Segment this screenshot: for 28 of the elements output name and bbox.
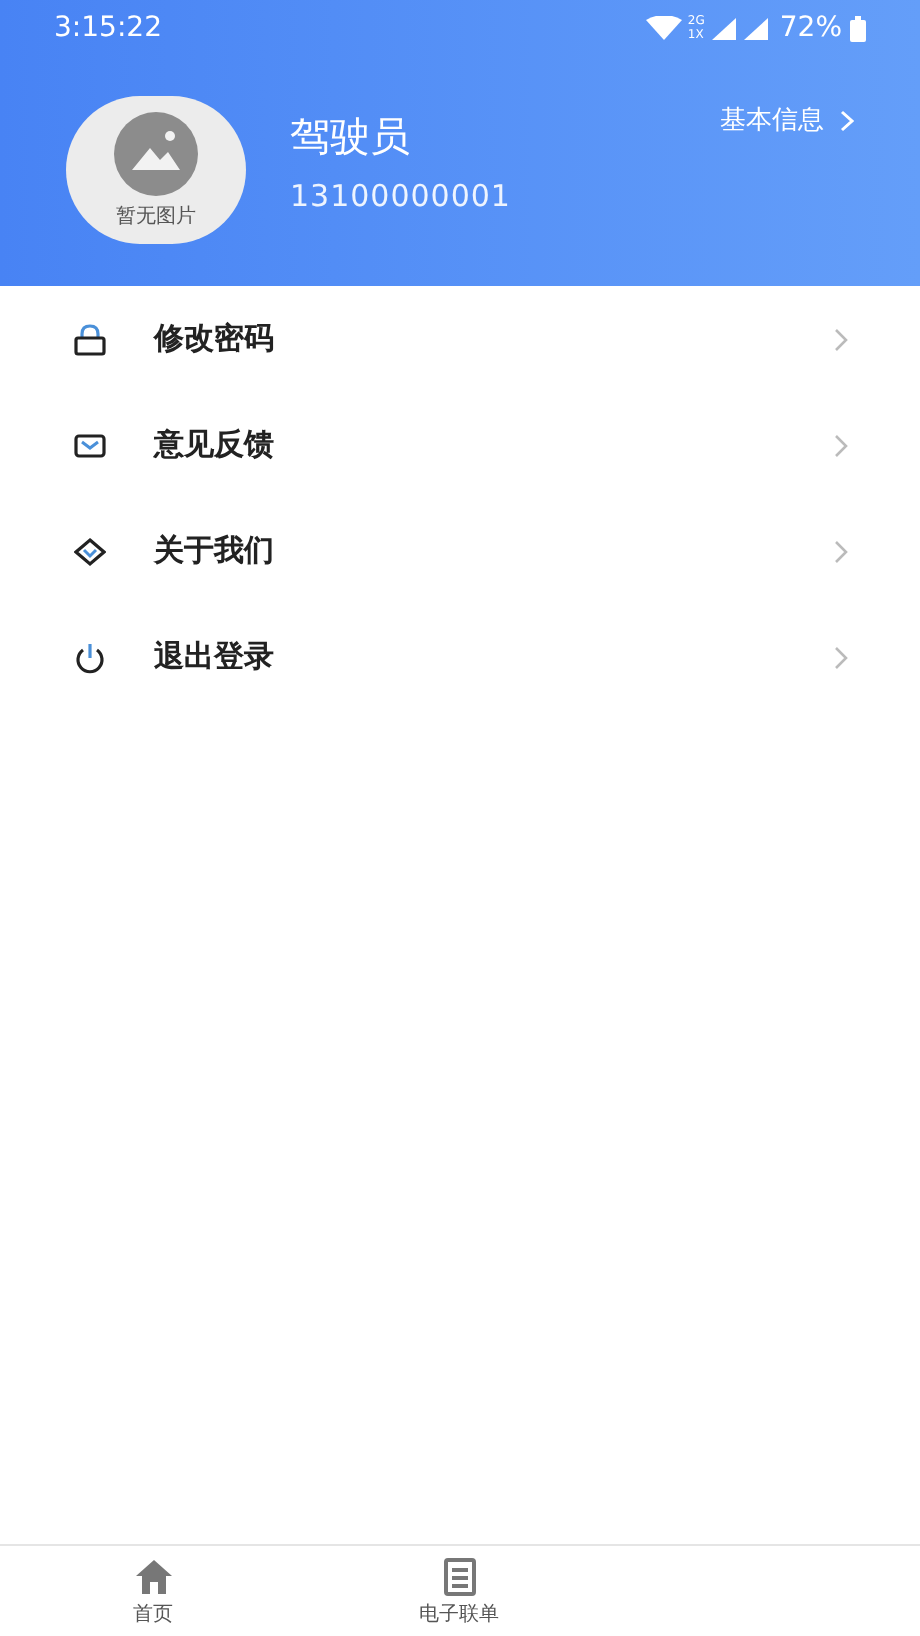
avatar-placeholder[interactable]: 暂无图片 [66,96,246,244]
phone-number: 13100000001 [290,176,511,218]
image-icon [114,112,198,196]
wifi-icon [645,16,682,40]
chevron-right-icon [834,433,848,457]
avatar-caption: 暂无图片 [116,203,196,232]
chevron-right-icon [840,110,854,133]
battery-level: 72% [779,9,842,47]
diamond-icon [74,535,106,567]
nav-tab[interactable]: 首页 [0,1546,306,1636]
menu-item[interactable]: 修改密码 [0,286,920,392]
chevron-right-icon [834,327,848,351]
signal-icon [711,17,736,39]
status-time: 3:15:22 [54,9,162,47]
chevron-right-icon [834,539,848,563]
envelope-icon [74,429,106,461]
chevron-right-icon [834,645,848,669]
user-name: 驾驶员 [290,110,412,164]
menu-item[interactable]: 意见反馈 [0,392,920,498]
nav-tab[interactable]: 电子联单 [306,1546,612,1636]
signal-icon [743,17,768,39]
lock-icon [74,323,106,355]
home-icon [133,1557,173,1595]
menu-item[interactable]: 退出登录 [0,604,920,710]
menu-item[interactable]: 关于我们 [0,498,920,604]
battery-icon [850,15,866,41]
power-icon [74,641,106,673]
document-icon [439,1557,479,1595]
